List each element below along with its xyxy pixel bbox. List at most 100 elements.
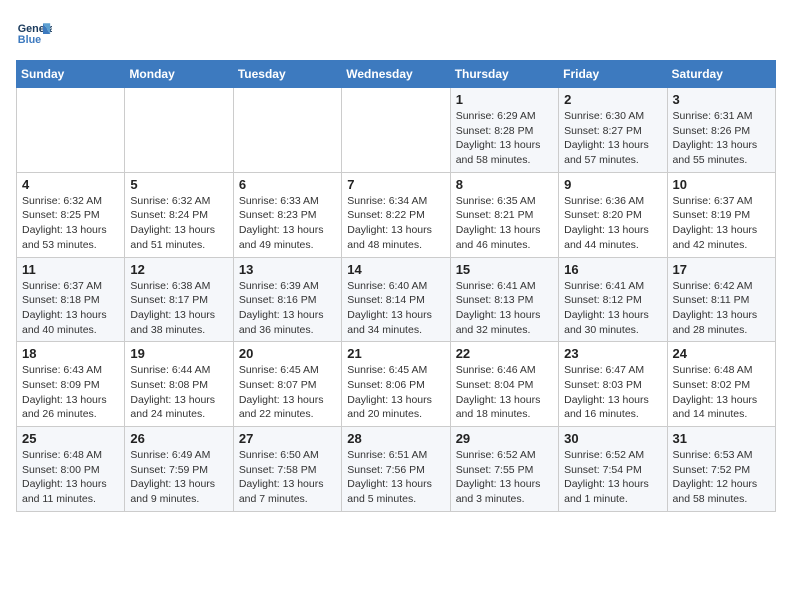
calendar-cell: 6 Sunrise: 6:33 AMSunset: 8:23 PMDaylight… (233, 172, 341, 257)
day-info: Sunrise: 6:52 AMSunset: 7:55 PMDaylight:… (456, 448, 553, 507)
calendar-cell: 22 Sunrise: 6:46 AMSunset: 8:04 PMDayligh… (450, 342, 558, 427)
day-number: 21 (347, 346, 444, 361)
day-info: Sunrise: 6:38 AMSunset: 8:17 PMDaylight:… (130, 279, 227, 338)
calendar-cell: 15 Sunrise: 6:41 AMSunset: 8:13 PMDayligh… (450, 257, 558, 342)
calendar-week-2: 4 Sunrise: 6:32 AMSunset: 8:25 PMDaylight… (17, 172, 776, 257)
day-number: 12 (130, 262, 227, 277)
day-info: Sunrise: 6:51 AMSunset: 7:56 PMDaylight:… (347, 448, 444, 507)
calendar-cell (342, 88, 450, 173)
day-number: 24 (673, 346, 770, 361)
day-number: 29 (456, 431, 553, 446)
column-header-thursday: Thursday (450, 61, 558, 88)
column-header-wednesday: Wednesday (342, 61, 450, 88)
calendar-cell: 20 Sunrise: 6:45 AMSunset: 8:07 PMDayligh… (233, 342, 341, 427)
day-number: 16 (564, 262, 661, 277)
day-number: 20 (239, 346, 336, 361)
calendar-cell: 14Sunrise: 6:40 AMSunset: 8:14 PMDayligh… (342, 257, 450, 342)
calendar-cell: 25 Sunrise: 6:48 AMSunset: 8:00 PMDayligh… (17, 427, 125, 512)
calendar-week-3: 11 Sunrise: 6:37 AMSunset: 8:18 PMDayligh… (17, 257, 776, 342)
calendar-cell: 4 Sunrise: 6:32 AMSunset: 8:25 PMDaylight… (17, 172, 125, 257)
column-header-saturday: Saturday (667, 61, 775, 88)
calendar-cell: 23Sunrise: 6:47 AMSunset: 8:03 PMDayligh… (559, 342, 667, 427)
calendar-week-1: 1 Sunrise: 6:29 AMSunset: 8:28 PMDaylight… (17, 88, 776, 173)
calendar-cell: 31Sunrise: 6:53 AMSunset: 7:52 PMDayligh… (667, 427, 775, 512)
day-number: 3 (673, 92, 770, 107)
calendar-cell: 28 Sunrise: 6:51 AMSunset: 7:56 PMDayligh… (342, 427, 450, 512)
calendar-cell: 13Sunrise: 6:39 AMSunset: 8:16 PMDayligh… (233, 257, 341, 342)
column-header-monday: Monday (125, 61, 233, 88)
calendar-cell: 24 Sunrise: 6:48 AMSunset: 8:02 PMDayligh… (667, 342, 775, 427)
calendar-cell: 10 Sunrise: 6:37 AMSunset: 8:19 PMDayligh… (667, 172, 775, 257)
day-info: Sunrise: 6:32 AMSunset: 8:24 PMDaylight:… (130, 194, 227, 253)
day-info: Sunrise: 6:49 AMSunset: 7:59 PMDaylight:… (130, 448, 227, 507)
logo: General Blue (16, 16, 52, 52)
calendar-cell: 29 Sunrise: 6:52 AMSunset: 7:55 PMDayligh… (450, 427, 558, 512)
day-info: Sunrise: 6:46 AMSunset: 8:04 PMDaylight:… (456, 363, 553, 422)
day-number: 5 (130, 177, 227, 192)
calendar-cell: 3 Sunrise: 6:31 AMSunset: 8:26 PMDaylight… (667, 88, 775, 173)
day-info: Sunrise: 6:53 AMSunset: 7:52 PMDaylight:… (673, 448, 770, 507)
day-number: 28 (347, 431, 444, 446)
calendar-cell: 17Sunrise: 6:42 AMSunset: 8:11 PMDayligh… (667, 257, 775, 342)
calendar-cell: 19 Sunrise: 6:44 AMSunset: 8:08 PMDayligh… (125, 342, 233, 427)
day-info: Sunrise: 6:35 AMSunset: 8:21 PMDaylight:… (456, 194, 553, 253)
day-number: 15 (456, 262, 553, 277)
column-header-sunday: Sunday (17, 61, 125, 88)
day-info: Sunrise: 6:29 AMSunset: 8:28 PMDaylight:… (456, 109, 553, 168)
day-info: Sunrise: 6:41 AMSunset: 8:13 PMDaylight:… (456, 279, 553, 338)
column-header-tuesday: Tuesday (233, 61, 341, 88)
day-number: 19 (130, 346, 227, 361)
day-info: Sunrise: 6:36 AMSunset: 8:20 PMDaylight:… (564, 194, 661, 253)
calendar-cell: 18Sunrise: 6:43 AMSunset: 8:09 PMDayligh… (17, 342, 125, 427)
calendar-table: SundayMondayTuesdayWednesdayThursdayFrid… (16, 60, 776, 512)
day-number: 26 (130, 431, 227, 446)
calendar-cell: 21 Sunrise: 6:45 AMSunset: 8:06 PMDayligh… (342, 342, 450, 427)
day-number: 30 (564, 431, 661, 446)
day-number: 7 (347, 177, 444, 192)
day-number: 18 (22, 346, 119, 361)
calendar-header-row: SundayMondayTuesdayWednesdayThursdayFrid… (17, 61, 776, 88)
calendar-cell: 2 Sunrise: 6:30 AMSunset: 8:27 PMDaylight… (559, 88, 667, 173)
day-info: Sunrise: 6:41 AMSunset: 8:12 PMDaylight:… (564, 279, 661, 338)
day-info: Sunrise: 6:30 AMSunset: 8:27 PMDaylight:… (564, 109, 661, 168)
day-number: 6 (239, 177, 336, 192)
calendar-cell: 12 Sunrise: 6:38 AMSunset: 8:17 PMDayligh… (125, 257, 233, 342)
day-info: Sunrise: 6:37 AMSunset: 8:19 PMDaylight:… (673, 194, 770, 253)
day-number: 10 (673, 177, 770, 192)
day-info: Sunrise: 6:33 AMSunset: 8:23 PMDaylight:… (239, 194, 336, 253)
calendar-cell: 9 Sunrise: 6:36 AMSunset: 8:20 PMDaylight… (559, 172, 667, 257)
day-number: 22 (456, 346, 553, 361)
calendar-cell (17, 88, 125, 173)
day-number: 11 (22, 262, 119, 277)
day-number: 23 (564, 346, 661, 361)
calendar-cell (233, 88, 341, 173)
day-number: 4 (22, 177, 119, 192)
day-info: Sunrise: 6:31 AMSunset: 8:26 PMDaylight:… (673, 109, 770, 168)
day-number: 25 (22, 431, 119, 446)
day-info: Sunrise: 6:37 AMSunset: 8:18 PMDaylight:… (22, 279, 119, 338)
day-info: Sunrise: 6:52 AMSunset: 7:54 PMDaylight:… (564, 448, 661, 507)
calendar-cell (125, 88, 233, 173)
day-number: 2 (564, 92, 661, 107)
calendar-cell: 30 Sunrise: 6:52 AMSunset: 7:54 PMDayligh… (559, 427, 667, 512)
day-number: 1 (456, 92, 553, 107)
svg-text:Blue: Blue (18, 34, 41, 46)
day-info: Sunrise: 6:48 AMSunset: 8:00 PMDaylight:… (22, 448, 119, 507)
calendar-week-4: 18Sunrise: 6:43 AMSunset: 8:09 PMDayligh… (17, 342, 776, 427)
day-info: Sunrise: 6:48 AMSunset: 8:02 PMDaylight:… (673, 363, 770, 422)
calendar-cell: 1 Sunrise: 6:29 AMSunset: 8:28 PMDaylight… (450, 88, 558, 173)
calendar-cell: 11 Sunrise: 6:37 AMSunset: 8:18 PMDayligh… (17, 257, 125, 342)
day-number: 9 (564, 177, 661, 192)
day-info: Sunrise: 6:32 AMSunset: 8:25 PMDaylight:… (22, 194, 119, 253)
day-info: Sunrise: 6:44 AMSunset: 8:08 PMDaylight:… (130, 363, 227, 422)
header: General Blue (16, 16, 776, 52)
day-info: Sunrise: 6:40 AMSunset: 8:14 PMDaylight:… (347, 279, 444, 338)
day-info: Sunrise: 6:45 AMSunset: 8:07 PMDaylight:… (239, 363, 336, 422)
calendar-week-5: 25 Sunrise: 6:48 AMSunset: 8:00 PMDayligh… (17, 427, 776, 512)
day-info: Sunrise: 6:45 AMSunset: 8:06 PMDaylight:… (347, 363, 444, 422)
day-number: 17 (673, 262, 770, 277)
day-number: 27 (239, 431, 336, 446)
calendar-cell: 8Sunrise: 6:35 AMSunset: 8:21 PMDaylight… (450, 172, 558, 257)
day-info: Sunrise: 6:39 AMSunset: 8:16 PMDaylight:… (239, 279, 336, 338)
calendar-cell: 5 Sunrise: 6:32 AMSunset: 8:24 PMDaylight… (125, 172, 233, 257)
